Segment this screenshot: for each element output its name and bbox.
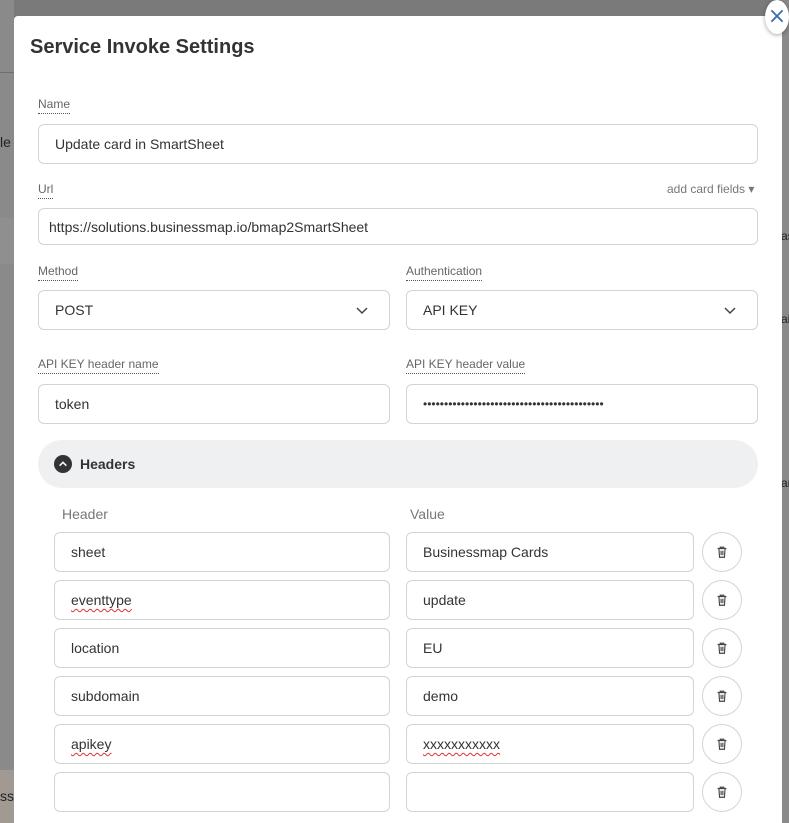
header-key-input[interactable]: apikey [54, 724, 390, 764]
header-key-input[interactable]: eventtype [54, 580, 390, 620]
method-select[interactable]: POST [38, 290, 390, 330]
trash-icon [717, 690, 727, 702]
api-key-header-name-label: API KEY header name [38, 357, 159, 374]
delete-header-button[interactable] [702, 772, 742, 812]
header-value-input[interactable]: update [406, 580, 694, 620]
trash-icon [717, 594, 727, 606]
background-text-fragment: as [781, 229, 789, 243]
api-key-header-value-input[interactable]: ••••••••••••••••••••••••••••••••••••••••… [406, 384, 758, 424]
delete-header-button[interactable] [702, 580, 742, 620]
header-value-text: xxxxxxxxxxx [423, 736, 500, 752]
trash-icon [717, 642, 727, 654]
delete-header-button[interactable] [702, 676, 742, 716]
api-key-header-value-label: API KEY header value [406, 357, 526, 374]
close-dialog-button[interactable]: × [765, 0, 789, 34]
background-page-right: as ai ar [781, 0, 789, 823]
header-key-input[interactable] [54, 772, 390, 812]
headers-section-title: Headers [80, 456, 136, 472]
header-key-text: apikey [71, 736, 112, 752]
name-input[interactable]: Update card in SmartSheet [38, 124, 758, 164]
header-key-text: eventtype [71, 592, 132, 608]
delete-header-button[interactable] [702, 724, 742, 764]
header-value-input[interactable]: EU [406, 628, 694, 668]
header-value-input[interactable] [406, 772, 694, 812]
chevron-down-icon [356, 307, 368, 315]
header-value-input[interactable]: xxxxxxxxxxx [406, 724, 694, 764]
service-invoke-settings-dialog: Service Invoke Settings Name Update card… [14, 16, 782, 823]
headers-section-toggle[interactable]: Headers [38, 440, 758, 488]
chevron-down-icon [724, 307, 736, 315]
api-key-header-name-input[interactable]: token [38, 384, 390, 424]
header-key-input[interactable]: location [54, 628, 390, 668]
delete-header-button[interactable] [702, 532, 742, 572]
trash-icon [717, 546, 727, 558]
background-text-fragment: ai [781, 312, 789, 326]
header-value-input[interactable]: demo [406, 676, 694, 716]
url-label: Url [38, 182, 54, 199]
background-text-fragment: le [0, 134, 11, 150]
trash-icon [717, 738, 727, 750]
method-value: POST [55, 302, 94, 318]
header-value-input[interactable]: Businessmap Cards [406, 532, 694, 572]
header-key-input[interactable]: sheet [54, 532, 390, 572]
close-icon: × [767, 4, 787, 29]
background-text-fragment: ar [781, 476, 789, 490]
method-label: Method [38, 264, 79, 281]
url-input[interactable]: https://solutions.businessmap.io/bmap2Sm… [38, 208, 758, 245]
header-column-heading: Header [62, 506, 108, 522]
authentication-select[interactable]: API KEY [406, 290, 758, 330]
value-column-heading: Value [410, 506, 445, 522]
background-text-fragment: ss [0, 788, 14, 804]
name-label: Name [38, 97, 71, 114]
authentication-label: Authentication [406, 264, 483, 281]
dialog-title: Service Invoke Settings [30, 36, 255, 58]
delete-header-button[interactable] [702, 628, 742, 668]
chevron-up-icon [54, 455, 72, 473]
header-key-input[interactable]: subdomain [54, 676, 390, 716]
authentication-value: API KEY [423, 302, 478, 318]
background-page-left: le ss [0, 0, 14, 823]
trash-icon [717, 786, 727, 798]
add-card-fields-link[interactable]: add card fields ▾ [667, 182, 754, 196]
